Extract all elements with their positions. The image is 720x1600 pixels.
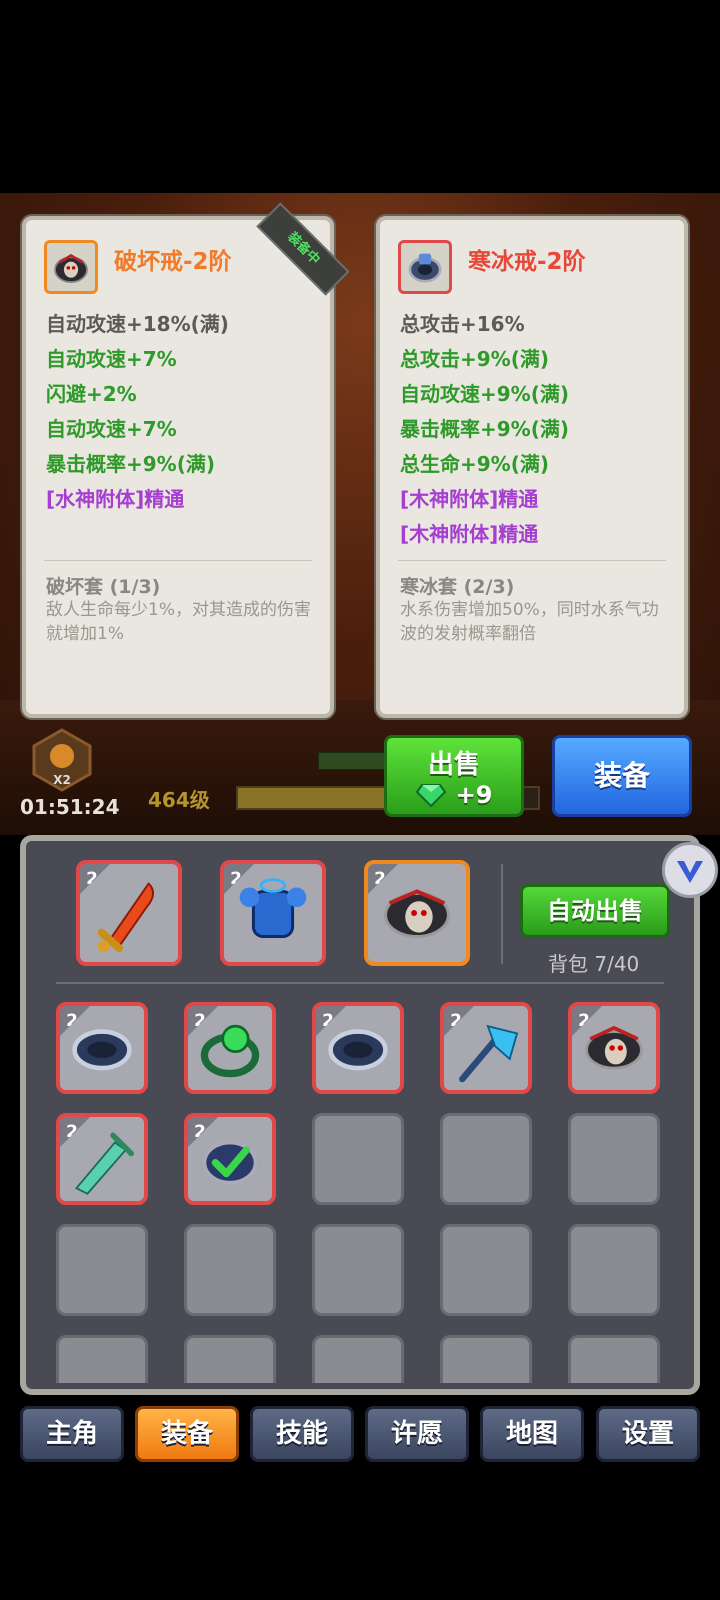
empty-slot[interactable] [568,1113,660,1205]
equipped-slot-ring[interactable]: 2 [364,860,470,966]
timer: 01:51:24 [20,795,120,819]
empty-slot[interactable] [312,1224,404,1316]
item-stat: 自动攻速+7% [46,417,177,441]
ice-ring-icon [398,240,452,294]
inventory-slot[interactable]: 2 [56,1113,148,1205]
item-stat: 暴击概率+9%(满) [46,452,215,476]
inventory-divider [56,982,664,984]
item-stat: 总生命+9%(满) [400,452,549,476]
tab-wish[interactable]: 许愿 [365,1406,469,1462]
item-stat: 闪避+2% [46,382,137,406]
set-description: 水系伤害增加50%，同时水系气功波的发射概率翻倍 [400,600,659,644]
auto-sell-button[interactable]: 自动出售 [520,884,670,938]
tab-map[interactable]: 地图 [480,1406,584,1462]
set-name: 破坏套 (1/3) [46,576,161,598]
equipped-slot-weapon[interactable]: 2 [76,860,182,966]
empty-slot[interactable] [56,1335,148,1383]
selected-item-card: 寒冰戒-2阶 总攻击+16% 总攻击+9%(满) 自动攻速+9%(满) 暴击概率… [376,216,688,718]
item-stat: 暴击概率+9%(满) [400,417,569,441]
inventory-slot[interactable]: 2 [184,1002,276,1094]
empty-slot[interactable] [312,1113,404,1205]
item-stat: 自动攻速+18%(满) [46,312,229,336]
v-logo-icon [677,861,703,883]
empty-slot[interactable] [440,1224,532,1316]
multiplier-text: X2 [53,773,71,787]
item-stat: 总攻击+9%(满) [400,347,549,371]
bag-capacity: 背包 7/40 [548,952,640,976]
divider [44,560,312,561]
current-item-card: 破坏戒-2阶 装备中 自动攻速+18%(满) 自动攻速+7% 闪避+2% 自动攻… [22,202,350,718]
item-stat: 自动攻速+9%(满) [400,382,569,406]
player-level: 464级 [148,788,210,812]
inventory-slot[interactable]: 2 [312,1002,404,1094]
item-stat: [木神附体]精通 [400,522,539,546]
divider [398,560,666,561]
hp-bar [318,752,392,770]
tab-equipment[interactable]: 装备 [135,1406,239,1462]
inventory-slot[interactable]: 2 [568,1002,660,1094]
empty-slot[interactable] [568,1224,660,1316]
item-stat: [水神附体]精通 [46,487,185,511]
v-badge-button[interactable] [662,842,718,898]
item-stat: [木神附体]精通 [400,487,539,511]
item-title: 寒冰戒-2阶 [468,249,586,275]
inventory-slot[interactable]: 2 [184,1113,276,1205]
inventory-slot[interactable]: 2 [56,1002,148,1094]
inventory-vertical-divider [501,864,503,964]
empty-slot[interactable] [440,1335,532,1383]
sell-reward: +9 [455,781,493,809]
empty-slot[interactable] [568,1335,660,1383]
item-stat: 自动攻速+7% [46,347,177,371]
inventory-slot[interactable]: 2 [440,1002,532,1094]
empty-slot[interactable] [184,1224,276,1316]
empty-slot[interactable] [184,1335,276,1383]
sell-label: 出售 [427,750,480,780]
multiplier-badge[interactable]: X2 [30,728,94,792]
set-name: 寒冰套 (2/3) [400,576,515,598]
gem-icon [415,784,446,807]
tab-hero[interactable]: 主角 [20,1406,124,1462]
tab-skills[interactable]: 技能 [250,1406,354,1462]
empty-slot[interactable] [312,1335,404,1383]
sell-button[interactable]: 出售 +9 [384,735,524,817]
empty-slot[interactable] [440,1113,532,1205]
equip-button[interactable]: 装备 [552,735,692,817]
set-description: 敌人生命每少1%，对其造成的伤害就增加1% [46,600,311,644]
equipped-slot-armor[interactable]: 2 [220,860,326,966]
empty-slot[interactable] [56,1224,148,1316]
item-stat: 总攻击+16% [400,312,525,336]
tab-settings[interactable]: 设置 [596,1406,700,1462]
skull-ring-icon [44,240,98,294]
item-title: 破坏戒-2阶 [114,249,232,275]
